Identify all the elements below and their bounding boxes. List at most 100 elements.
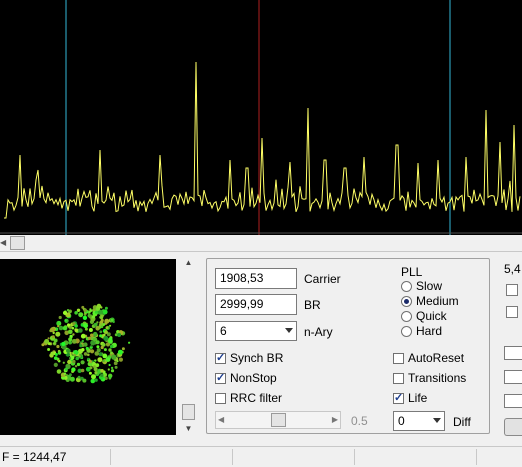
constellation-point xyxy=(62,325,68,331)
divider xyxy=(0,251,522,255)
constellation-point xyxy=(58,325,64,331)
constellation-point xyxy=(114,365,118,369)
constellation-point xyxy=(110,351,113,355)
constellation-point xyxy=(50,351,55,356)
constellation-point xyxy=(71,367,76,372)
constellation-point xyxy=(71,339,77,344)
constellation-point xyxy=(98,352,103,357)
pll-option-hard[interactable]: Hard xyxy=(401,324,442,338)
constellation-point xyxy=(74,324,78,328)
constellation-point xyxy=(78,355,81,358)
constellation-point xyxy=(81,348,85,352)
constellation-point xyxy=(90,345,93,348)
constellation-point xyxy=(55,331,61,337)
spectrum-scrollbar[interactable]: ◀ xyxy=(0,235,522,251)
constellation-point xyxy=(108,348,112,352)
side-button[interactable] xyxy=(504,418,522,436)
constellation-point xyxy=(88,359,92,364)
pll-option-medium[interactable]: Medium xyxy=(401,294,459,308)
constellation-point xyxy=(94,310,98,314)
constellation-point xyxy=(87,357,90,361)
pll-option-label: Slow xyxy=(416,279,443,293)
rolloff-slider-thumb[interactable] xyxy=(271,413,286,427)
constellation-point xyxy=(100,325,104,329)
status-separator xyxy=(110,449,111,465)
side-field-3[interactable] xyxy=(504,394,522,408)
scope-scrollbar[interactable]: ▲ ▼ xyxy=(180,256,197,436)
life-checkbox[interactable]: Life xyxy=(393,391,427,405)
scroll-left-arrow[interactable]: ◀ xyxy=(0,238,6,247)
constellation-point xyxy=(89,366,93,370)
checkbox-icon xyxy=(393,372,404,384)
constellation-point xyxy=(74,311,78,315)
synch-br-checkbox[interactable]: Synch BR xyxy=(215,351,283,365)
constellation-point xyxy=(110,369,115,373)
constellation-point xyxy=(91,315,96,319)
constellation-point xyxy=(102,359,105,362)
spectrum-display[interactable] xyxy=(0,0,522,235)
constellation-point xyxy=(104,318,110,324)
constellation-point xyxy=(103,335,109,341)
constellation-point xyxy=(90,333,94,338)
constellation-point xyxy=(72,359,76,364)
spectrum-scroll-thumb[interactable] xyxy=(10,236,25,250)
autoreset-checkbox[interactable]: AutoReset xyxy=(393,351,464,365)
constellation-point xyxy=(97,357,103,363)
chevron-down-icon xyxy=(285,328,293,333)
transitions-checkbox[interactable]: Transitions xyxy=(393,371,466,385)
slider-left-arrow[interactable]: ◀ xyxy=(218,415,224,424)
constellation-point xyxy=(63,310,68,315)
pll-option-quick[interactable]: Quick xyxy=(401,309,447,323)
carrier-field[interactable]: 1908,53 xyxy=(215,268,297,289)
constellation-point xyxy=(94,351,100,356)
constellation-point xyxy=(103,333,106,337)
baud-rate-field[interactable]: 2999,99 xyxy=(215,294,297,315)
constellation-point xyxy=(90,349,95,354)
constellation-point xyxy=(56,369,62,374)
nonstop-label: NonStop xyxy=(230,371,277,385)
constellation-point xyxy=(82,315,88,320)
constellation-point xyxy=(83,352,88,356)
scroll-up-arrow[interactable]: ▲ xyxy=(180,258,197,268)
slider-right-arrow[interactable]: ▶ xyxy=(332,415,338,424)
pll-title: PLL xyxy=(401,265,423,279)
constellation-point xyxy=(95,363,100,368)
constellation-point xyxy=(47,348,51,351)
status-separator xyxy=(354,449,355,465)
n-ary-select[interactable]: 6 xyxy=(215,321,297,341)
modem-settings-panel: 1908,53 Carrier 2999,99 BR 6 n-Ary PLL S… xyxy=(206,258,490,434)
constellation-point xyxy=(109,324,112,327)
nonstop-checkbox[interactable]: NonStop xyxy=(215,371,277,385)
constellation-point xyxy=(116,360,119,363)
checkbox-checked-icon xyxy=(393,391,404,404)
constellation-point xyxy=(44,339,50,344)
constellation-point xyxy=(102,309,108,315)
rolloff-slider[interactable]: ◀ ▶ xyxy=(215,411,341,429)
constellation-point xyxy=(78,328,83,333)
pll-option-slow[interactable]: Slow xyxy=(401,279,442,293)
rrc-filter-checkbox[interactable]: RRC filter xyxy=(215,391,282,405)
constellation-point xyxy=(64,367,68,371)
constellation-plot xyxy=(41,303,131,384)
scroll-down-arrow[interactable]: ▼ xyxy=(180,424,197,434)
scope-scroll-thumb[interactable] xyxy=(182,404,195,420)
side-checkbox-1[interactable] xyxy=(506,284,518,296)
constellation-point xyxy=(56,320,62,326)
status-bar: F = 1244,47 xyxy=(0,446,522,467)
side-checkbox-2[interactable] xyxy=(506,306,518,318)
constellation-point xyxy=(104,306,108,310)
constellation-point xyxy=(67,323,71,327)
constellation-point xyxy=(73,353,76,357)
spectrum-plot xyxy=(0,0,522,235)
diff-select[interactable]: 0 xyxy=(393,411,445,431)
constellation-point xyxy=(51,335,55,339)
constellation-point xyxy=(66,348,71,354)
constellation-point xyxy=(103,348,107,352)
rolloff-value: 0.5 xyxy=(351,414,368,428)
side-field-1[interactable] xyxy=(504,346,522,360)
side-field-2[interactable] xyxy=(504,370,522,384)
checkbox-icon xyxy=(215,392,226,404)
constellation-point xyxy=(82,378,87,383)
constellation-point xyxy=(68,337,73,342)
constellation-point xyxy=(53,356,58,360)
